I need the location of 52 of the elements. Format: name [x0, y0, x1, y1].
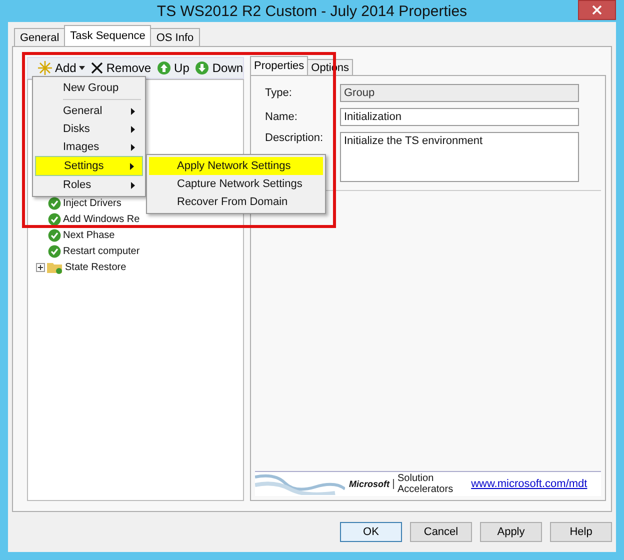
tab[interactable]: Properties [250, 56, 308, 75]
menu-item[interactable]: Apply Network Settings [149, 157, 323, 175]
toolbar-button[interactable]: Down [193, 61, 246, 75]
check-icon [48, 228, 61, 242]
menu-item[interactable]: New Group [35, 79, 143, 97]
menu-item[interactable]: Recover From Domain [149, 193, 323, 211]
toolbar-button[interactable]: Add [36, 61, 88, 75]
submenu-arrow-icon [131, 126, 135, 132]
menu-item[interactable]: Settings [35, 156, 143, 176]
field-label: Description: [265, 132, 324, 144]
tree-item[interactable]: Next Phase [63, 230, 115, 240]
window-title: TS WS2012 R2 Custom - July 2014 Properties [156, 2, 468, 20]
submenu-arrow-icon [130, 162, 134, 170]
close-button[interactable] [578, 0, 616, 20]
remove-icon [91, 62, 104, 74]
submenu-arrow-icon [131, 182, 135, 188]
dialog-button[interactable]: Help [550, 522, 612, 542]
tree-item[interactable]: Inject Drivers [63, 198, 122, 208]
toolbar-button[interactable]: Up [155, 61, 192, 75]
dialog-button[interactable]: OK [340, 522, 402, 542]
menu-item[interactable]: Disks [35, 120, 143, 138]
product-name: Solution Accelerators [398, 473, 454, 495]
brand-name: Microsoft [349, 479, 394, 489]
menu-item[interactable]: Roles [35, 176, 143, 194]
input-field[interactable]: Initialization [340, 108, 580, 126]
tree-item[interactable]: State Restore [65, 262, 126, 272]
wave-pattern-icon [255, 473, 345, 495]
website-link[interactable]: www.microsoft.com/mdt [471, 478, 588, 490]
tab[interactable]: OS Info [150, 28, 200, 46]
field-label: Name: [265, 111, 298, 123]
caret-icon [79, 66, 86, 70]
tree-item[interactable]: Restart computer [63, 246, 140, 256]
tab[interactable]: Task Sequence [64, 25, 152, 46]
field-label: Type: [265, 87, 293, 99]
menu-item[interactable]: General [35, 102, 143, 120]
check-icon [48, 196, 61, 210]
dialog-button[interactable]: Cancel [410, 522, 472, 542]
menu-item[interactable]: Images [35, 138, 143, 156]
check-icon [48, 212, 61, 226]
tree-item[interactable]: Add Windows Re [63, 214, 140, 224]
tab[interactable]: General [14, 28, 66, 46]
sparkle-icon [38, 61, 52, 75]
expand-toggle[interactable] [36, 262, 45, 272]
check-icon [48, 244, 61, 258]
submenu-arrow-icon [131, 108, 135, 114]
toolbar-button[interactable]: Remove [89, 61, 154, 75]
menu-item[interactable]: Capture Network Settings [149, 175, 323, 193]
description-field[interactable]: Initialize the TS environment [340, 132, 580, 182]
folder-icon [47, 260, 63, 274]
dialog-button[interactable]: Apply [480, 522, 542, 542]
submenu-arrow-icon [131, 144, 135, 150]
close-icon [592, 5, 602, 15]
